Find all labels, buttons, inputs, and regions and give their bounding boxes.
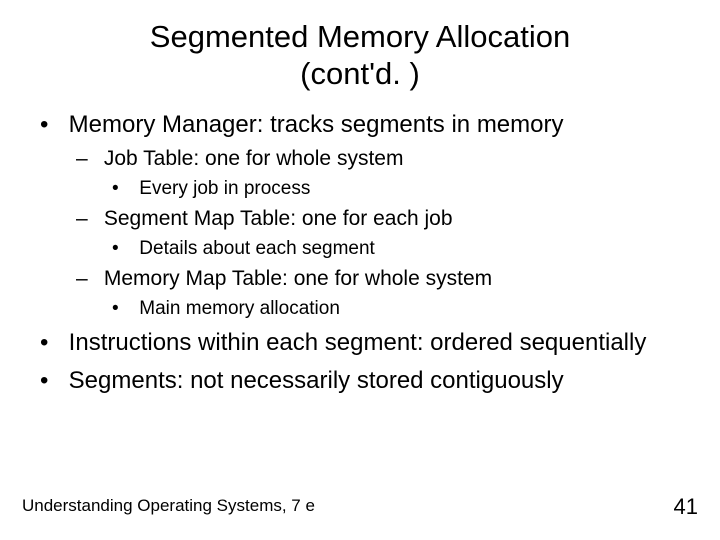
slide-title: Segmented Memory Allocation (cont'd. ) [0,0,720,102]
bullet-item: Segment Map Table: one for each job Deta… [62,206,692,260]
bullet-text: Memory Manager: tracks segments in memor… [69,111,564,138]
bullet-list: Every job in process [98,177,692,201]
bullet-text: Instructions within each segment: ordere… [69,329,647,356]
bullet-item: Segments: not necessarily stored contigu… [28,366,692,396]
footer-text: Understanding Operating Systems, 7 e [22,496,315,516]
bullet-list: Memory Manager: tracks segments in memor… [28,110,692,396]
bullet-item: Main memory allocation [98,297,692,321]
bullet-text: Segments: not necessarily stored contigu… [69,367,564,394]
bullet-item: Every job in process [98,177,692,201]
bullet-item: Job Table: one for whole system Every jo… [62,146,692,200]
bullet-text: Every job in process [139,178,310,199]
slide-body: Memory Manager: tracks segments in memor… [0,110,720,396]
bullet-item: Memory Manager: tracks segments in memor… [28,110,692,320]
bullet-list: Details about each segment [98,237,692,261]
bullet-text: Segment Map Table: one for each job [104,207,453,230]
bullet-item: Instructions within each segment: ordere… [28,328,692,358]
slide: Segmented Memory Allocation (cont'd. ) M… [0,0,720,540]
bullet-list: Main memory allocation [98,297,692,321]
bullet-text: Main memory allocation [139,298,340,319]
bullet-list: Job Table: one for whole system Every jo… [62,146,692,320]
page-number: 41 [674,494,698,520]
bullet-text: Memory Map Table: one for whole system [104,267,492,290]
bullet-item: Details about each segment [98,237,692,261]
bullet-text: Details about each segment [139,238,375,259]
title-line-1: Segmented Memory Allocation [150,19,570,54]
bullet-text: Job Table: one for whole system [104,147,404,170]
title-line-2: (cont'd. ) [300,56,420,91]
bullet-item: Memory Map Table: one for whole system M… [62,266,692,320]
